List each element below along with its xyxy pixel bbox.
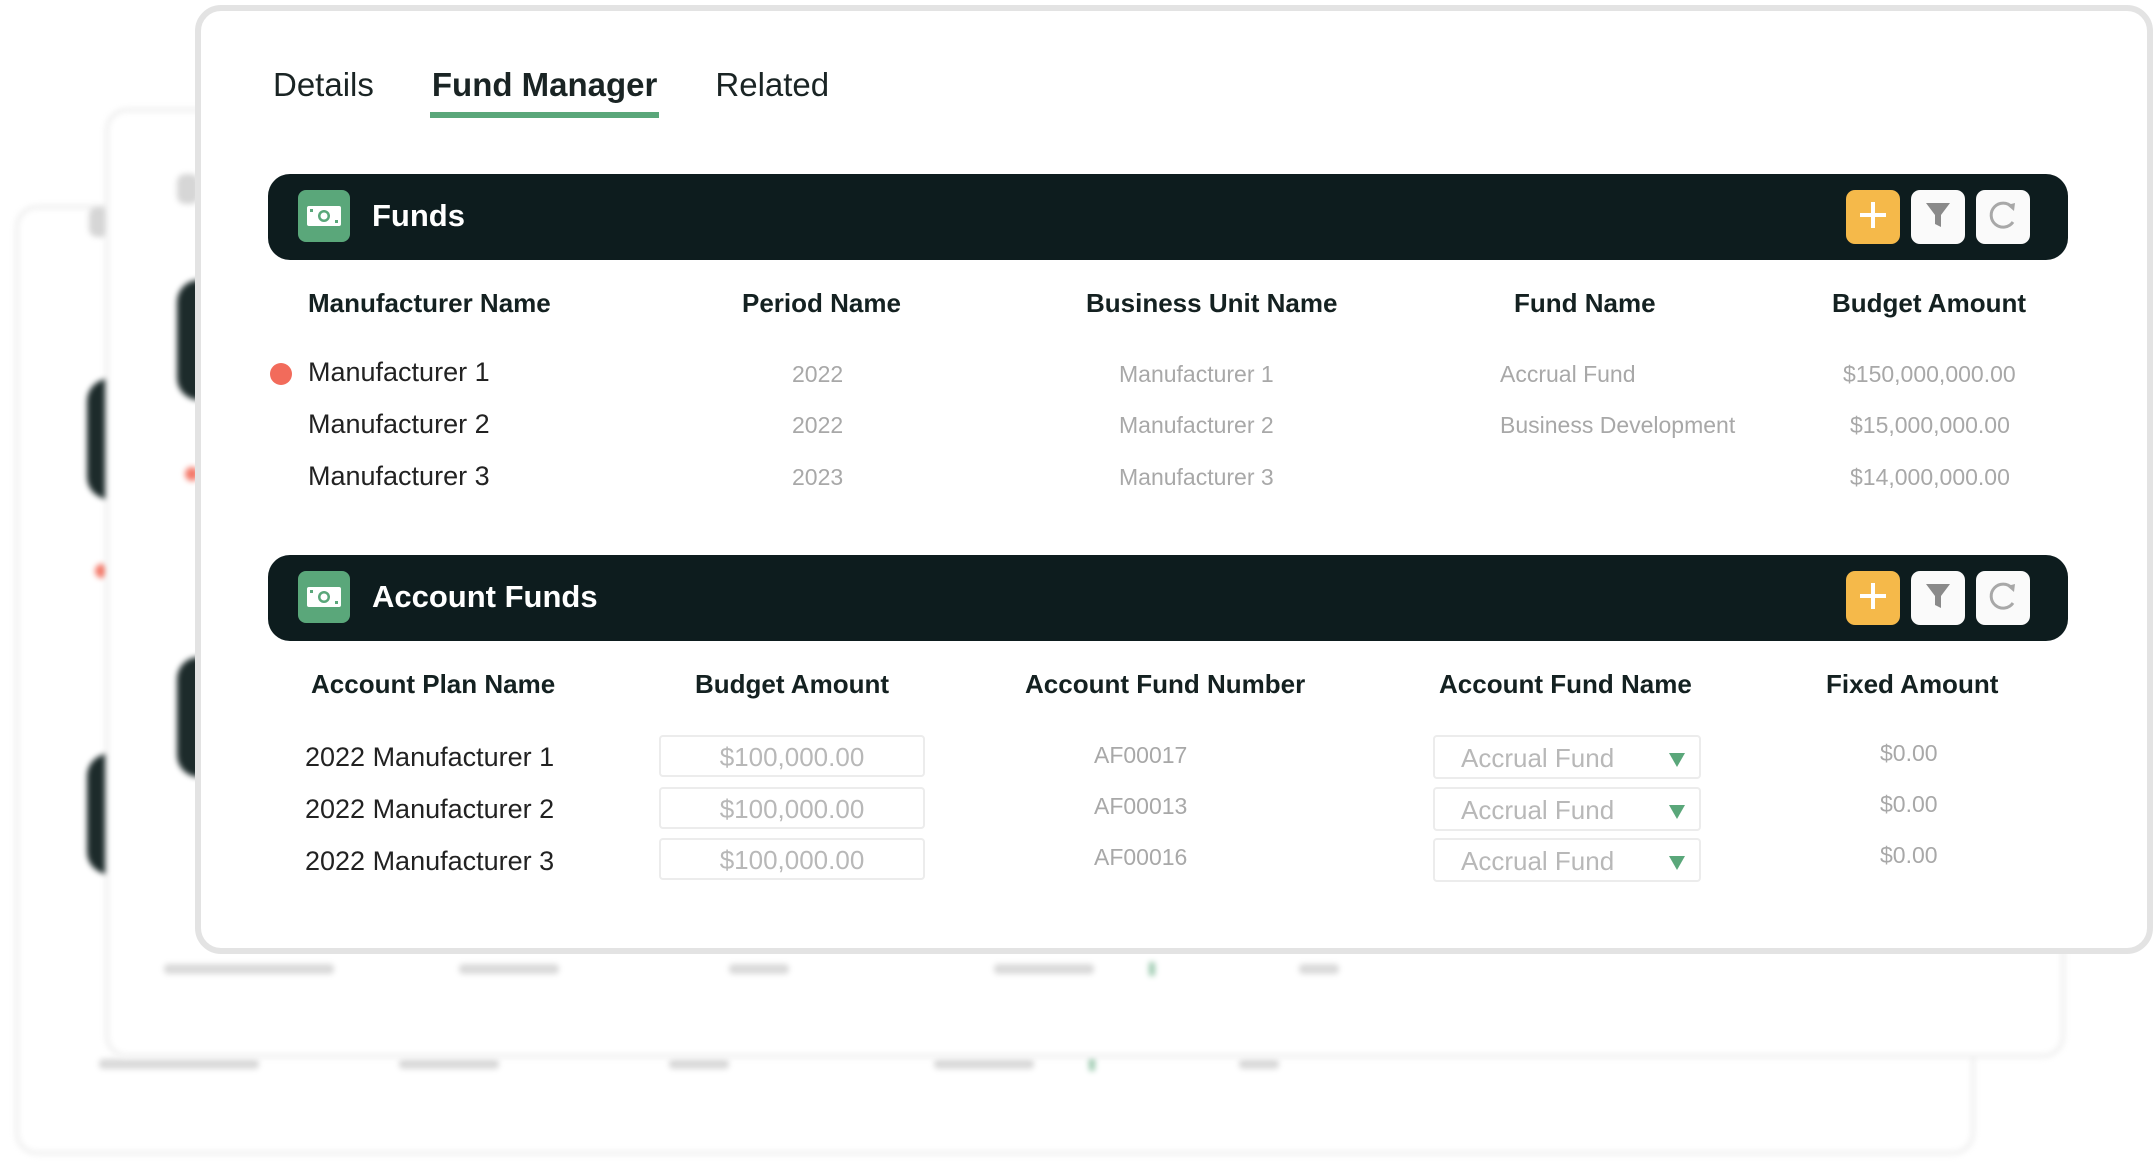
- funds-row-period: 2022: [792, 412, 844, 438]
- ghost-row-text: [99, 1059, 259, 1069]
- tab-related[interactable]: Related: [715, 66, 829, 118]
- account-funds-actions: [1846, 571, 2030, 625]
- funds-row-period: 2023: [792, 464, 844, 490]
- account-row-fund-name-select[interactable]: Accrual Fund: [1433, 787, 1701, 831]
- col-header-account-fund-number[interactable]: Account Fund Number: [1025, 669, 1305, 700]
- funds-row-business-unit: Manufacturer 3: [1119, 464, 1274, 490]
- account-funds-add-button[interactable]: [1846, 571, 1900, 625]
- funds-row-manufacturer[interactable]: Manufacturer 3: [308, 461, 490, 492]
- fund-manager-card: Details Fund Manager Related Funds Manuf…: [195, 5, 2153, 954]
- ghost-row-text: [399, 1059, 499, 1069]
- col-header-manufacturer-name[interactable]: Manufacturer Name: [308, 288, 551, 319]
- funds-row-fund-name: Business Development: [1500, 412, 1736, 438]
- col-header-fixed-amount[interactable]: Fixed Amount: [1826, 669, 1998, 700]
- funds-title: Funds: [372, 198, 465, 233]
- account-funds-filter-button[interactable]: [1911, 571, 1965, 625]
- account-row-fund-number: AF00013: [1094, 793, 1188, 819]
- refresh-icon: [1986, 579, 2020, 618]
- account-funds-title: Account Funds: [372, 579, 598, 614]
- ghost-dropdown-arrow: [1149, 962, 1155, 976]
- ghost-row-text: [1299, 964, 1339, 974]
- ghost-row-text: [994, 964, 1094, 974]
- plus-icon: [1858, 581, 1888, 616]
- account-row-fund-number: AF00017: [1094, 742, 1188, 768]
- select-value: Accrual Fund: [1461, 743, 1615, 773]
- filter-icon: [1924, 200, 1952, 235]
- select-value: Accrual Fund: [1461, 846, 1615, 876]
- funds-row-budget: $14,000,000.00: [1850, 464, 2010, 490]
- col-header-business-unit-name[interactable]: Business Unit Name: [1086, 288, 1337, 319]
- account-row-fixed-amount: $0.00: [1880, 791, 1938, 817]
- filter-icon: [1924, 581, 1952, 616]
- tab-bar: Details Fund Manager Related: [273, 66, 887, 118]
- col-header-period-name[interactable]: Period Name: [742, 288, 901, 319]
- funds-row-business-unit: Manufacturer 1: [1119, 361, 1274, 387]
- account-row-budget-input[interactable]: $100,000.00: [659, 787, 925, 829]
- account-row-fund-name-select[interactable]: Accrual Fund: [1433, 838, 1701, 882]
- funds-row-budget: $150,000,000.00: [1843, 361, 2016, 387]
- account-funds-refresh-button[interactable]: [1976, 571, 2030, 625]
- account-row-fixed-amount: $0.00: [1880, 740, 1938, 766]
- select-value: Accrual Fund: [1461, 795, 1615, 825]
- funds-header-bar: Funds: [268, 174, 2068, 260]
- funds-row-budget: $15,000,000.00: [1850, 412, 2010, 438]
- ghost-row-text: [164, 964, 334, 974]
- ghost-dropdown-arrow: [1089, 1057, 1095, 1071]
- funds-row-fund-name: Accrual Fund: [1500, 361, 1636, 387]
- ghost-row-text: [729, 964, 789, 974]
- money-icon: [298, 571, 350, 623]
- chevron-down-icon: [1669, 856, 1685, 870]
- money-icon: [298, 190, 350, 242]
- ghost-row-text: [669, 1059, 729, 1069]
- account-row-plan[interactable]: 2022 Manufacturer 1: [305, 742, 554, 773]
- chevron-down-icon: [1669, 805, 1685, 819]
- funds-row-business-unit: Manufacturer 2: [1119, 412, 1274, 438]
- account-row-fixed-amount: $0.00: [1880, 842, 1938, 868]
- funds-row-manufacturer[interactable]: Manufacturer 1: [308, 357, 490, 388]
- account-row-plan[interactable]: 2022 Manufacturer 3: [305, 846, 554, 877]
- account-row-fund-number: AF00016: [1094, 844, 1188, 870]
- account-row-budget-input[interactable]: $100,000.00: [659, 735, 925, 777]
- tab-details[interactable]: Details: [273, 66, 374, 118]
- col-header-budget-amount[interactable]: Budget Amount: [695, 669, 889, 700]
- col-header-account-fund-name[interactable]: Account Fund Name: [1439, 669, 1692, 700]
- col-header-fund-name[interactable]: Fund Name: [1514, 288, 1656, 319]
- account-row-fund-name-select[interactable]: Accrual Fund: [1433, 735, 1701, 779]
- col-header-budget-amount[interactable]: Budget Amount: [1832, 288, 2026, 319]
- refresh-icon: [1986, 198, 2020, 237]
- funds-filter-button[interactable]: [1911, 190, 1965, 244]
- ghost-row-text: [1239, 1059, 1279, 1069]
- col-header-account-plan-name[interactable]: Account Plan Name: [311, 669, 555, 700]
- tab-fund-manager[interactable]: Fund Manager: [429, 66, 659, 118]
- ghost-row-text: [934, 1059, 1034, 1069]
- chevron-down-icon: [1669, 753, 1685, 767]
- funds-refresh-button[interactable]: [1976, 190, 2030, 244]
- funds-row-period: 2022: [792, 361, 844, 387]
- plus-icon: [1858, 200, 1888, 235]
- funds-actions: [1846, 190, 2030, 244]
- account-row-budget-input[interactable]: $100,000.00: [659, 838, 925, 880]
- funds-add-button[interactable]: [1846, 190, 1900, 244]
- row-status-dot: [270, 363, 292, 385]
- ghost-row-text: [459, 964, 559, 974]
- funds-row-manufacturer[interactable]: Manufacturer 2: [308, 409, 490, 440]
- account-row-plan[interactable]: 2022 Manufacturer 2: [305, 794, 554, 825]
- account-funds-header-bar: Account Funds: [268, 555, 2068, 641]
